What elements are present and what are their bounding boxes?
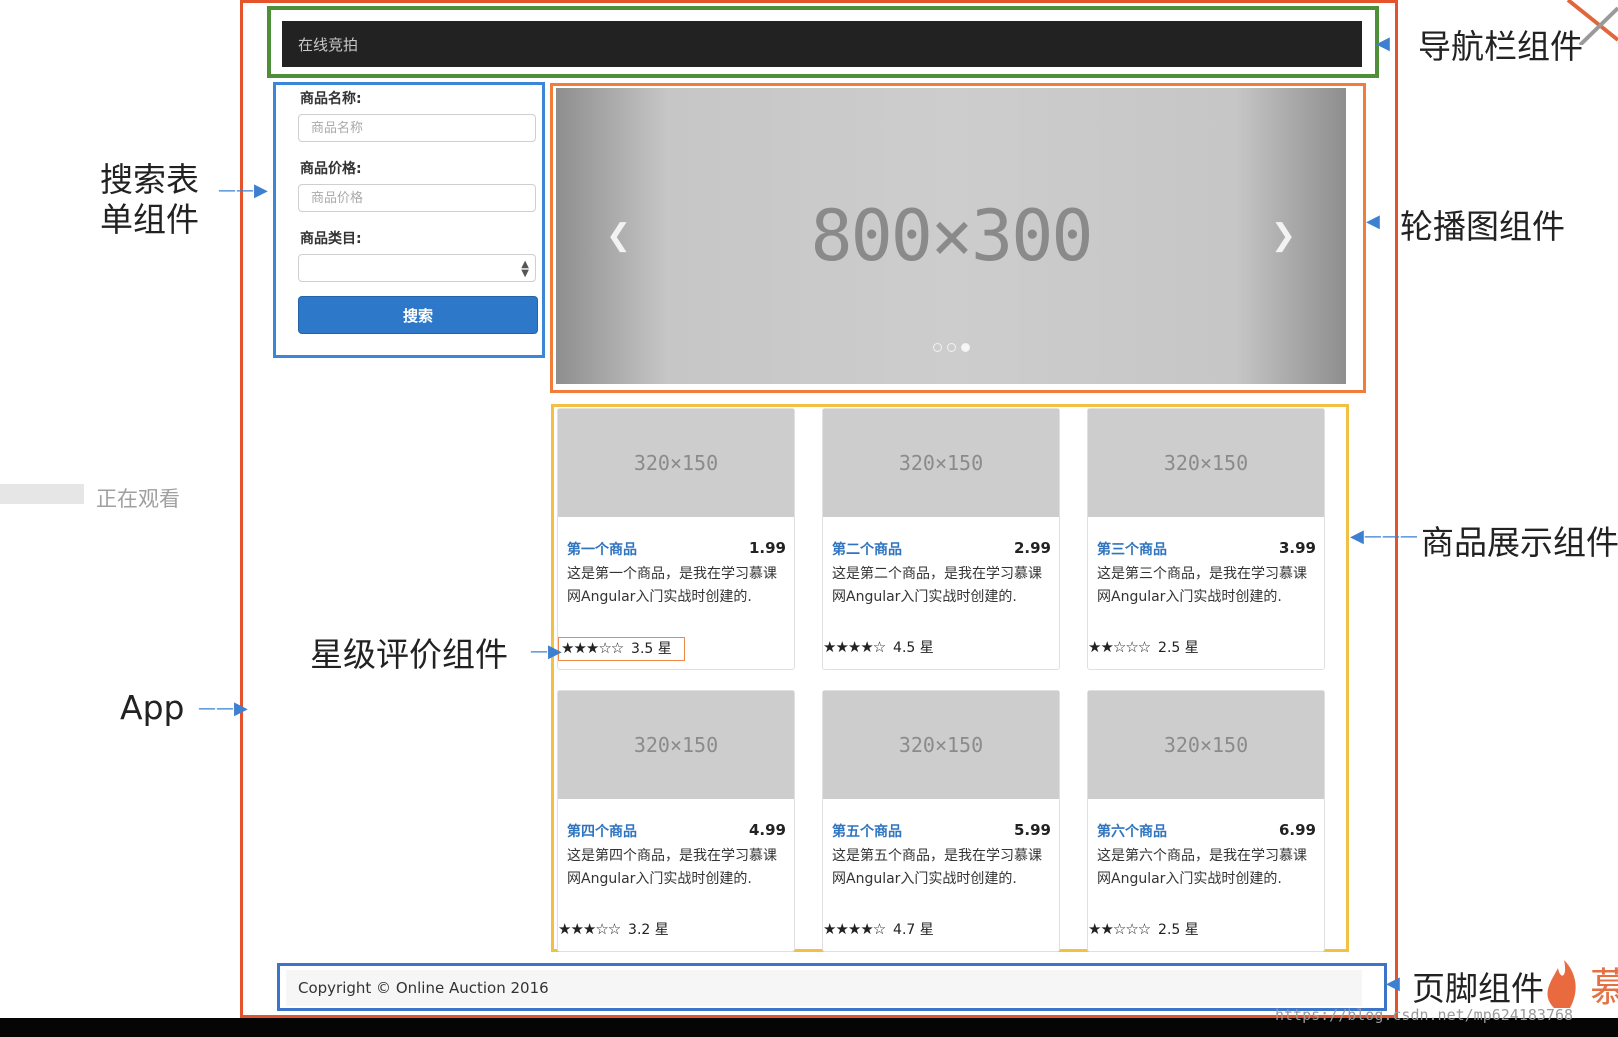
product-card: 320×150 第四个商品 4.99 这是第四个商品，是我在学习慕课网Angul… [557, 690, 795, 952]
navbar: 在线竞拍 [282, 21, 1362, 67]
product-description: 这是第三个商品，是我在学习慕课网Angular入门实战时创建的. [1097, 566, 1307, 605]
star-rating: ★★☆☆☆ 2.5 星 [1088, 919, 1199, 939]
arrow-left-icon: ◀ [1376, 33, 1390, 54]
arrow-right-icon: —▶ [530, 641, 562, 662]
annotation-stars: 星级评价组件 [310, 635, 508, 674]
arrow-right-icon: ——▶ [198, 698, 248, 719]
cross-logo-icon [1566, 0, 1618, 45]
annotation-navbar: 导航栏组件 [1418, 27, 1583, 66]
product-price: 3.99 [1278, 539, 1316, 557]
star-rating: ★★☆☆☆ 2.5 星 [1088, 637, 1199, 657]
product-category-select[interactable]: ▲ ▼ [298, 254, 536, 282]
star-rating: ★★★★☆ 4.5 星 [823, 637, 934, 657]
product-image: 320×150 [558, 691, 794, 799]
annotation-footer: 页脚组件 [1412, 969, 1544, 1008]
product-title-link[interactable]: 第六个商品 [1097, 821, 1167, 841]
carousel: 800×300 ❮ ❯ [556, 88, 1346, 384]
watching-label: 正在观看 [96, 487, 180, 511]
carousel-next-icon[interactable]: ❯ [1271, 218, 1296, 253]
product-price: 6.99 [1278, 821, 1316, 839]
star-icons: ★★★★☆ [823, 920, 886, 938]
rating-score: 3.2 星 [628, 922, 669, 938]
product-card: 320×150 第一个商品 1.99 这是第一个商品，是我在学习慕课网Angul… [557, 408, 795, 670]
carousel-indicators [556, 343, 1346, 352]
product-title-link[interactable]: 第五个商品 [832, 821, 902, 841]
product-image: 320×150 [1088, 409, 1324, 517]
rating-score: 2.5 星 [1158, 922, 1199, 938]
rating-score: 4.5 星 [893, 640, 934, 656]
carousel-placeholder-text: 800×300 [810, 195, 1093, 277]
star-icons: ★★★☆☆ [558, 920, 621, 938]
star-rating: ★★★☆☆ 3.5 星 [558, 637, 685, 661]
product-card: 320×150 第六个商品 6.99 这是第六个商品，是我在学习慕课网Angul… [1087, 690, 1325, 952]
product-description: 这是第四个商品，是我在学习慕课网Angular入门实战时创建的. [567, 848, 777, 887]
carousel-indicator[interactable] [946, 343, 956, 352]
footer: Copyright © Online Auction 2016 [286, 970, 1362, 1006]
search-button[interactable]: 搜索 [298, 296, 538, 334]
rating-score: 4.7 星 [893, 922, 934, 938]
product-image: 320×150 [1088, 691, 1324, 799]
product-price: 1.99 [748, 539, 786, 557]
annotation-app: App [120, 688, 185, 727]
product-card: 320×150 第三个商品 3.99 这是第三个商品，是我在学习慕课网Angul… [1087, 408, 1325, 670]
product-category-label: 商品类目: [300, 231, 362, 247]
footer-copyright: Copyright © Online Auction 2016 [298, 979, 549, 997]
product-description: 这是第六个商品，是我在学习慕课网Angular入门实战时创建的. [1097, 848, 1307, 887]
star-icons: ★★★★☆ [823, 638, 886, 656]
product-image: 320×150 [558, 409, 794, 517]
watermark-url: https://blog.csdn.net/mp624183768 [1275, 1006, 1574, 1024]
product-price: 2.99 [1013, 539, 1051, 557]
product-title-link[interactable]: 第一个商品 [567, 539, 637, 559]
star-rating: ★★★☆☆ 3.2 星 [558, 919, 669, 939]
carousel-indicator-active[interactable] [960, 343, 970, 352]
annotation-products: 商品展示组件 [1421, 523, 1618, 562]
navbar-brand[interactable]: 在线竞拍 [298, 34, 358, 55]
annotation-search-line2: 单组件 [100, 200, 199, 239]
carousel-indicator[interactable] [932, 343, 942, 352]
product-price: 5.99 [1013, 821, 1051, 839]
select-arrows-icon: ▲ ▼ [521, 259, 529, 279]
star-icons: ★★☆☆☆ [1088, 638, 1151, 656]
carousel-prev-icon[interactable]: ❮ [606, 218, 631, 253]
product-title-link[interactable]: 第四个商品 [567, 821, 637, 841]
product-title-link[interactable]: 第二个商品 [832, 539, 902, 559]
star-icons: ★★★☆☆ [561, 639, 624, 657]
product-image: 320×150 [823, 691, 1059, 799]
product-price-input[interactable] [298, 184, 536, 212]
product-description: 这是第二个商品，是我在学习慕课网Angular入门实战时创建的. [832, 566, 1042, 605]
product-name-label: 商品名称: [300, 91, 362, 107]
star-icons: ★★☆☆☆ [1088, 920, 1151, 938]
arrow-left-icon: ◀ [1366, 211, 1380, 232]
arrow-left-icon: ◀ [1386, 973, 1400, 994]
product-description: 这是第五个商品，是我在学习慕课网Angular入门实战时创建的. [832, 848, 1042, 887]
star-rating: ★★★★☆ 4.7 星 [823, 919, 934, 939]
product-card: 320×150 第二个商品 2.99 这是第二个商品，是我在学习慕课网Angul… [822, 408, 1060, 670]
product-image: 320×150 [823, 409, 1059, 517]
rating-score: 3.5 星 [631, 641, 672, 657]
annotation-carousel: 轮播图组件 [1400, 207, 1565, 246]
rating-score: 2.5 星 [1158, 640, 1199, 656]
product-description: 这是第一个商品，是我在学习慕课网Angular入门实战时创建的. [567, 566, 777, 605]
brand-logo-char: 慕 [1590, 965, 1618, 1011]
product-price-label: 商品价格: [300, 161, 362, 177]
product-title-link[interactable]: 第三个商品 [1097, 539, 1167, 559]
arrow-left-icon: ◀——— [1350, 526, 1418, 547]
search-form: 商品名称: 商品价格: 商品类目: ▲▼ 搜索 [298, 86, 538, 334]
product-card: 320×150 第五个商品 5.99 这是第五个商品，是我在学习慕课网Angul… [822, 690, 1060, 952]
arrow-right-icon: ——▶ [218, 180, 268, 201]
viewer-count-blur [0, 484, 84, 504]
product-price: 4.99 [748, 821, 786, 839]
product-name-input[interactable] [298, 114, 536, 142]
